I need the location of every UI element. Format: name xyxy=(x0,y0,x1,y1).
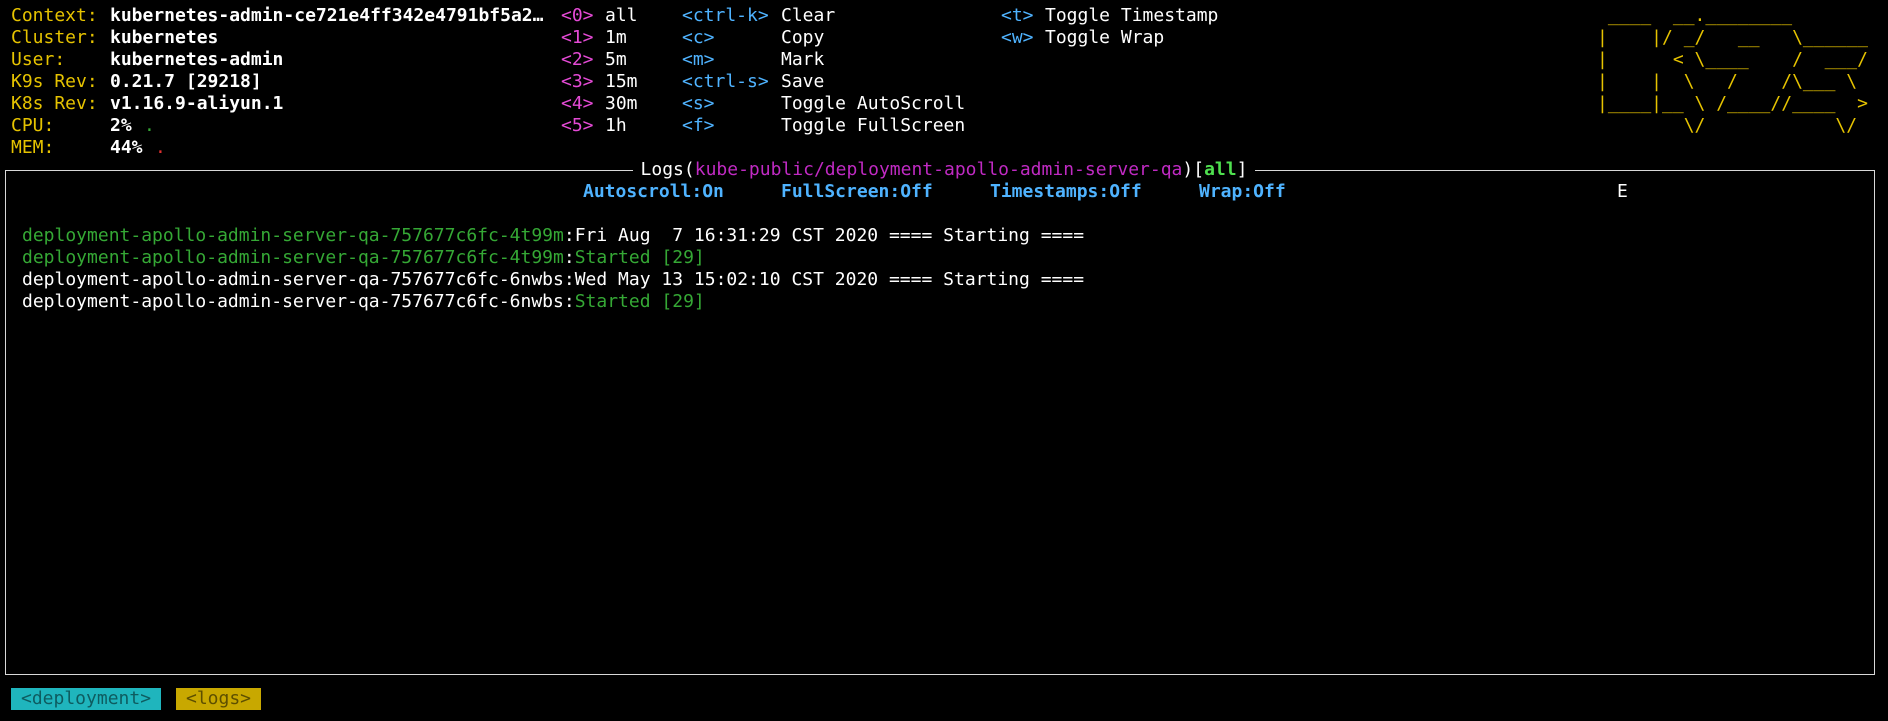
k8s-rev-label: K8s Rev: xyxy=(11,93,98,114)
title-prefix: Logs( xyxy=(640,159,695,180)
time-label-2: 5m xyxy=(605,49,627,70)
toggle-label-timestamp: Toggle Timestamp xyxy=(1045,5,1219,26)
log-pod-name: deployment-apollo-admin-server-qa-757677… xyxy=(22,291,564,312)
breadcrumb-deployment[interactable]: <deployment> xyxy=(11,688,162,710)
action-key-save[interactable]: <ctrl-s> xyxy=(682,71,769,93)
log-message: Fri Aug 7 16:31:29 CST 2020 ==== Startin… xyxy=(574,225,1085,246)
log-message: Started [29] xyxy=(574,291,705,312)
context-label: Context: xyxy=(11,5,98,26)
status-autoscroll: Autoscroll:On xyxy=(583,181,724,202)
action-label-mark: Mark xyxy=(781,49,825,70)
status-extra: E xyxy=(1617,181,1628,202)
cpu-value: 2% xyxy=(110,115,132,136)
time-key-5[interactable]: <5> xyxy=(561,115,594,137)
log-pod-name: deployment-apollo-admin-server-qa-757677… xyxy=(22,225,564,246)
time-key-2[interactable]: <2> xyxy=(561,49,594,71)
logo-line-5: |____|__ \ /____//____ > xyxy=(1597,93,1868,114)
title-namespace-path: kube-public/deployment-apollo-admin-serv… xyxy=(694,159,1183,180)
toggle-key-wrap[interactable]: <w> xyxy=(1001,27,1034,49)
breadcrumb-logs[interactable]: <logs> xyxy=(176,688,262,710)
k8s-rev-value: v1.16.9-aliyun.1 xyxy=(110,93,284,114)
action-label-fullscreen: Toggle FullScreen xyxy=(781,115,966,136)
action-label-copy: Copy xyxy=(781,27,825,48)
time-label-1: 1m xyxy=(605,27,627,48)
action-label-save: Save xyxy=(781,71,825,92)
time-label-3: 15m xyxy=(605,71,638,92)
action-key-autoscroll[interactable]: <s> xyxy=(682,93,715,115)
log-message: Wed May 13 15:02:10 CST 2020 ==== Starti… xyxy=(574,269,1085,290)
toggle-key-timestamp[interactable]: <t> xyxy=(1001,5,1034,27)
time-key-1[interactable]: <1> xyxy=(561,27,594,49)
action-label-clear: Clear xyxy=(781,5,836,26)
cpu-sparkline: . xyxy=(144,115,155,136)
logo-line-6: \/ \/ xyxy=(1597,115,1868,136)
k9s-rev-value: 0.21.7 [29218] xyxy=(110,71,262,92)
context-value: kubernetes-admin-ce721e4ff342e4791bf5a2… xyxy=(110,5,544,26)
status-fullscreen: FullScreen:Off xyxy=(781,181,933,202)
time-label-5: 1h xyxy=(605,115,627,136)
time-label-4: 30m xyxy=(605,93,638,114)
action-key-copy[interactable]: <c> xyxy=(682,27,715,49)
mem-label: MEM: xyxy=(11,137,55,158)
log-line: deployment-apollo-admin-server-qa-757677… xyxy=(22,291,705,312)
k9s-rev-label: K9s Rev: xyxy=(11,71,98,92)
time-key-3[interactable]: <3> xyxy=(561,71,594,93)
logo-line-4: | | \ / /\___ \ xyxy=(1597,71,1868,92)
log-line: deployment-apollo-admin-server-qa-757677… xyxy=(22,269,1085,290)
time-label-0: all xyxy=(605,5,638,26)
title-filter: all xyxy=(1204,159,1237,180)
logo-line-1: ____ __.________ xyxy=(1597,5,1868,26)
log-message: Started [29] xyxy=(574,247,705,268)
status-wrap: Wrap:Off xyxy=(1199,181,1286,202)
user-label: User: xyxy=(11,49,66,70)
time-key-0[interactable]: <0> xyxy=(561,5,594,27)
status-timestamps: Timestamps:Off xyxy=(990,181,1142,202)
action-key-clear[interactable]: <ctrl-k> xyxy=(682,5,769,27)
log-pod-name: deployment-apollo-admin-server-qa-757677… xyxy=(22,247,564,268)
cpu-label: CPU: xyxy=(11,115,55,136)
log-line: deployment-apollo-admin-server-qa-757677… xyxy=(22,247,705,268)
logo-line-2: | |/ _/ __ \______ xyxy=(1597,27,1868,48)
title-close: )[ xyxy=(1182,159,1205,180)
action-key-mark[interactable]: <m> xyxy=(682,49,715,71)
cluster-label: Cluster: xyxy=(11,27,98,48)
user-value: kubernetes-admin xyxy=(110,49,284,70)
log-pod-name: deployment-apollo-admin-server-qa-757677… xyxy=(22,269,564,290)
mem-value: 44% xyxy=(110,137,143,158)
action-label-autoscroll: Toggle AutoScroll xyxy=(781,93,966,114)
title-end: ] xyxy=(1236,159,1248,180)
mem-sparkline: . xyxy=(155,137,166,158)
logs-panel-title-bar: Logs(kube-public/deployment-apollo-admin… xyxy=(0,159,1888,181)
time-key-4[interactable]: <4> xyxy=(561,93,594,115)
log-line: deployment-apollo-admin-server-qa-757677… xyxy=(22,225,1085,246)
action-key-fullscreen[interactable]: <f> xyxy=(682,115,715,137)
logs-panel-title: Logs(kube-public/deployment-apollo-admin… xyxy=(632,159,1256,181)
toggle-label-wrap: Toggle Wrap xyxy=(1045,27,1165,48)
cluster-value: kubernetes xyxy=(110,27,219,48)
logo-line-3: | < \____ / ___/ xyxy=(1597,49,1868,70)
